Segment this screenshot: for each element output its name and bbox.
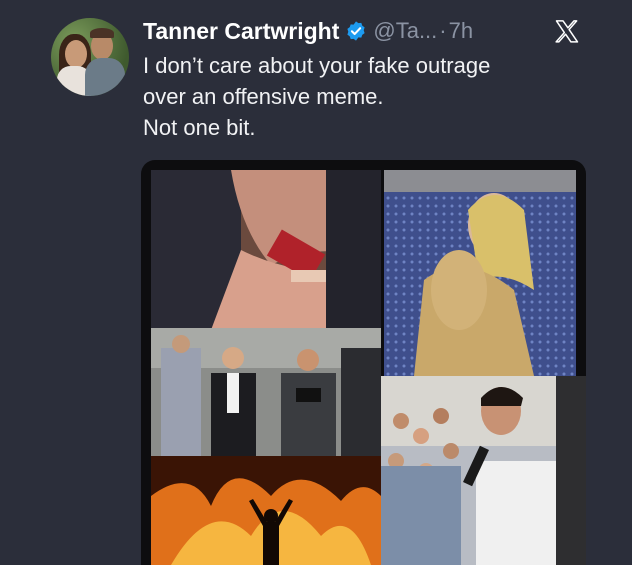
verified-badge-icon[interactable] — [345, 20, 367, 42]
author-name[interactable]: Tanner Cartwright — [143, 18, 339, 45]
collage-photo-woman-on-train — [384, 170, 576, 376]
author-handle[interactable]: @Ta... — [373, 18, 437, 44]
tweet-text-line: Not one bit. — [143, 115, 256, 140]
tweet-timestamp[interactable]: 7h — [449, 18, 473, 44]
tweet-text: I don’t care about your fake outrage ove… — [143, 50, 613, 143]
avatar-person-hair — [90, 28, 114, 38]
collage-photo-speaker-with-microphone — [381, 376, 586, 565]
collage-photo-men-walking — [151, 328, 381, 456]
collage-photo-closeup — [151, 170, 381, 330]
avatar-person-face — [65, 40, 87, 68]
x-logo-icon[interactable] — [553, 18, 581, 46]
tweet-header: Tanner Cartwright @Ta... · 7h — [143, 14, 473, 48]
collage-photo-fire — [151, 456, 381, 565]
avatar-person-body — [85, 58, 125, 96]
tweet-media-image[interactable] — [141, 160, 586, 565]
tweet-text-line: I don’t care about your fake outrage — [143, 53, 491, 78]
tweet-text-line: over an offensive meme. — [143, 84, 384, 109]
meta-separator: · — [439, 18, 447, 43]
author-avatar[interactable] — [51, 18, 129, 96]
